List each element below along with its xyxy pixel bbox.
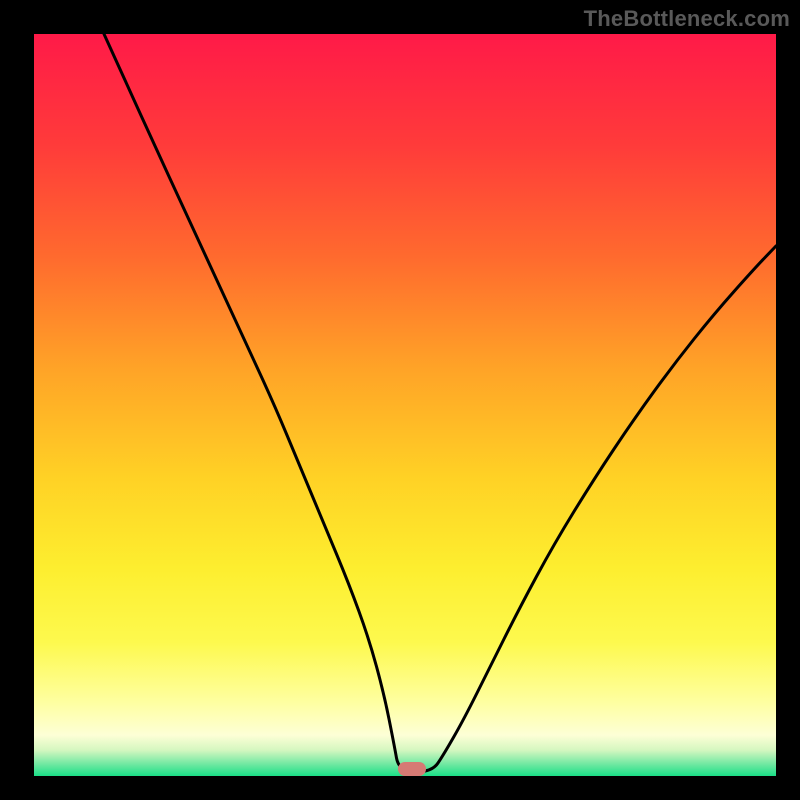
chart-frame: TheBottleneck.com — [0, 0, 800, 800]
watermark-text: TheBottleneck.com — [584, 6, 790, 32]
optimal-marker — [398, 762, 426, 776]
plot-area — [34, 34, 776, 776]
bottleneck-curve — [34, 34, 776, 776]
